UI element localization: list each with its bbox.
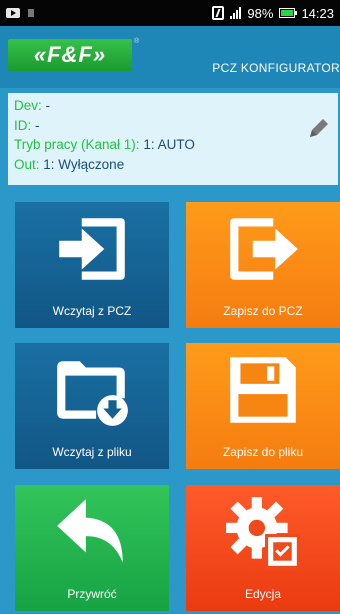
tile-label: Wczytaj z PCZ xyxy=(52,304,132,318)
tile-label: Wczytaj z pliku xyxy=(52,445,132,459)
edit-button[interactable]: Edycja xyxy=(186,485,340,611)
tile-label: Zapisz do PCZ xyxy=(223,304,303,318)
battery-percent: 98% xyxy=(247,5,274,21)
youtube-notification-icon xyxy=(6,8,20,18)
restore-button[interactable]: Przywróć xyxy=(15,485,169,611)
mode-row: Tryb pracy (Kanał 1): 1: AUTO xyxy=(14,135,332,155)
undo-arrow-icon xyxy=(57,499,123,563)
out-label: Out: xyxy=(14,156,40,172)
floppy-disk-icon xyxy=(230,357,296,423)
id-row: ID: - xyxy=(14,116,332,136)
pencil-icon[interactable] xyxy=(306,115,332,141)
id-label: ID: xyxy=(14,117,32,133)
settings-edit-icon xyxy=(226,497,300,569)
dev-label: Dev: xyxy=(14,98,42,113)
load-from-pcz-button[interactable]: Wczytaj z PCZ xyxy=(15,202,169,328)
signal-icon xyxy=(230,7,242,19)
registered-mark: ® xyxy=(134,38,140,45)
load-from-file-button[interactable]: Wczytaj z pliku xyxy=(15,343,169,469)
dev-row: Dev: - xyxy=(14,96,332,116)
tile-label: Przywróć xyxy=(67,587,117,601)
battery-icon xyxy=(279,8,298,18)
mode-label: Tryb pracy (Kanał 1): xyxy=(14,137,140,152)
logout-icon xyxy=(230,218,298,280)
out-value: 1: Wyłączone xyxy=(43,156,125,172)
notification-icon xyxy=(28,9,34,17)
tile-label: Zapisz do pliku xyxy=(222,445,304,459)
device-info-panel: Dev: - ID: - Tryb pracy (Kanał 1): 1: AU… xyxy=(8,93,338,185)
ff-logo: «F&F» xyxy=(8,39,132,71)
status-bar: 98% 14:23 xyxy=(0,0,340,26)
mode-value: 1: AUTO xyxy=(143,137,195,152)
tile-label: Edycja xyxy=(244,587,282,601)
id-value: - xyxy=(35,117,40,133)
save-to-pcz-button[interactable]: Zapisz do PCZ xyxy=(186,202,340,328)
folder-download-icon xyxy=(57,361,128,426)
nfc-icon xyxy=(212,6,225,20)
dev-value: - xyxy=(45,98,51,113)
app-bar: «F&F» ® PCZ KONFIGURATOR xyxy=(0,26,340,88)
login-icon xyxy=(59,218,125,280)
save-to-file-button[interactable]: Zapisz do pliku xyxy=(186,343,340,469)
app-title: PCZ KONFIGURATOR xyxy=(212,61,340,75)
out-row: Out: 1: Wyłączone xyxy=(14,155,332,175)
clock: 14:23 xyxy=(301,5,334,21)
